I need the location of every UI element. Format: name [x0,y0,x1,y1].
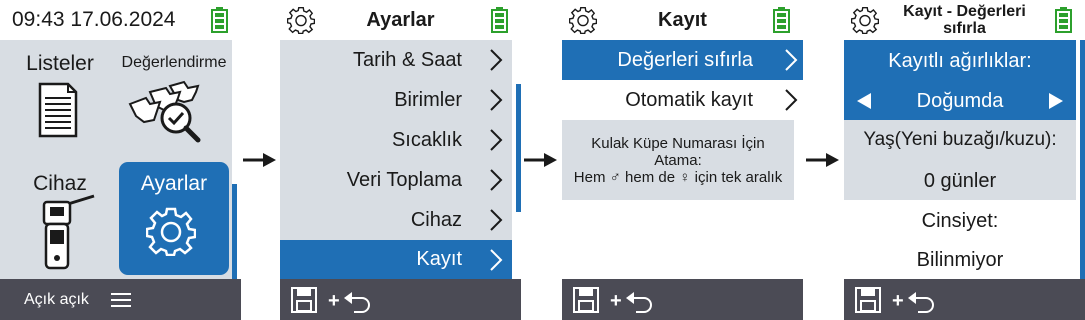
chevron-right-icon [490,169,503,191]
scrollbar[interactable] [1080,40,1085,280]
menu-item-label: Veri Toplama [346,168,462,191]
scrollbar[interactable] [232,184,237,279]
time-date: 09:43 17.06.2024 [12,8,176,31]
tile-device[interactable]: Cihaz [6,162,114,276]
ear-tag-assignment-info[interactable]: Kulak Küpe Numarası İçin Atama: Hem ♂ he… [562,120,794,200]
menu-item-data-collection[interactable]: Veri Toplama [280,160,512,200]
menu-item-temperature[interactable]: Sıcaklık [280,120,512,160]
header-bar: Ayarlar [280,0,521,40]
footer-bar: + [280,279,521,320]
battery-icon [1055,7,1072,33]
menu-item-device[interactable]: Cihaz [280,200,512,240]
info-text: Kulak Küpe Numarası İçin Atama: Hem ♂ he… [573,134,783,186]
chevron-right-icon [490,249,503,271]
document-list-icon [38,82,78,138]
saved-weights-block[interactable]: Kayıtlı ağırlıklar: Doğumda [844,40,1076,120]
menu-item-label: Tarih & Saat [353,48,462,71]
settings-menu: Tarih & Saat Birimler Sıcaklık Veri Topl… [280,40,512,279]
header-bar: Kayıt [562,0,803,40]
menu-item-label: Birimler [394,88,462,111]
home-screen: 09:43 17.06.2024 Listeler Değerlendirme [0,0,241,320]
sex-label: Cinsiyet: [921,210,999,232]
header-bar: Kayıt - Değerleri sıfırla [844,0,1085,40]
lock-status-text: Açık açık [24,291,89,308]
chevron-right-icon [490,129,503,151]
footer-bar: Açık açık [0,279,241,320]
scrollbar[interactable] [516,84,521,212]
svg-text:+: + [328,290,340,312]
footer-bar: + [562,279,803,320]
flow-arrow-icon [243,153,276,167]
gear-icon [287,6,315,34]
svg-text:+: + [610,290,622,312]
arrow-right-icon[interactable] [1048,92,1064,110]
menu-item-units[interactable]: Birimler [280,80,512,120]
svg-text:+: + [892,290,904,312]
tile-label: Değerlendirme [121,54,227,71]
saved-weights-label: Kayıtlı ağırlıklar: [888,50,1032,72]
chevron-right-icon [490,49,503,71]
flow-arrow-icon [524,153,557,167]
gear-icon [569,6,597,34]
status-bar: 09:43 17.06.2024 [0,0,241,40]
battery-icon [491,7,508,33]
page-title: Kayıt - Değerleri sıfırla [903,3,1026,37]
chevron-right-icon [785,89,798,111]
menu-item-label: Değerleri sıfırla [617,48,753,71]
tile-label: Ayarlar [140,172,208,195]
sex-value: Bilinmiyor [916,249,1004,271]
gear-icon [851,6,879,34]
age-label: Yaş(Yeni buzağı/kuzu): [863,129,1057,150]
menu-item-label: Kayıt [416,248,462,270]
tile-evaluation[interactable]: Değerlendirme [118,44,230,154]
page-title: Kayıt [658,9,707,31]
settings-screen: Ayarlar Tarih & Saat Birimler Sıcaklık V… [280,0,521,320]
menu-item-label: Sıcaklık [391,128,462,151]
footer-bar: + [844,279,1085,320]
tile-settings[interactable]: Ayarlar [119,162,229,275]
chevron-right-icon [490,89,503,111]
chevron-right-icon [785,49,798,71]
recording-screen: Kayıt Değerleri sıfırla Otomatik kayıt K… [562,0,803,320]
page-title: Ayarlar [366,9,435,31]
menu-item-date-time[interactable]: Tarih & Saat [280,40,512,80]
reader-device-icon [42,194,95,270]
age-value: 0 günler [923,170,997,192]
reset-values-screen: Kayıt - Değerleri sıfırla Kayıtlı ağırlı… [844,0,1085,320]
menu-item-label: Cihaz [410,208,462,231]
save-back-icon[interactable]: + [572,285,662,315]
tile-label: Cihaz [33,172,87,195]
flow-arrow-icon [806,153,839,167]
settings-gear-icon [146,207,196,256]
tile-label: Listeler [26,52,94,75]
menu-item-auto-recording[interactable]: Otomatik kayıt [562,80,803,120]
cows-magnifier-icon [128,80,201,143]
tile-lists[interactable]: Listeler [6,44,114,154]
save-back-icon[interactable]: + [290,285,380,315]
menu-item-reset-values[interactable]: Değerleri sıfırla [562,40,803,80]
menu-item-label: Otomatik kayıt [625,88,753,111]
hamburger-menu-icon[interactable] [111,292,131,308]
battery-icon [211,7,228,33]
age-block: Yaş(Yeni buzağı/kuzu): 0 günler [844,120,1076,200]
save-back-icon[interactable]: + [854,285,944,315]
menu-item-recording[interactable]: Kayıt [280,240,512,279]
selector-value: Doğumda [916,90,1004,112]
battery-icon [773,7,790,33]
chevron-right-icon [490,209,503,231]
